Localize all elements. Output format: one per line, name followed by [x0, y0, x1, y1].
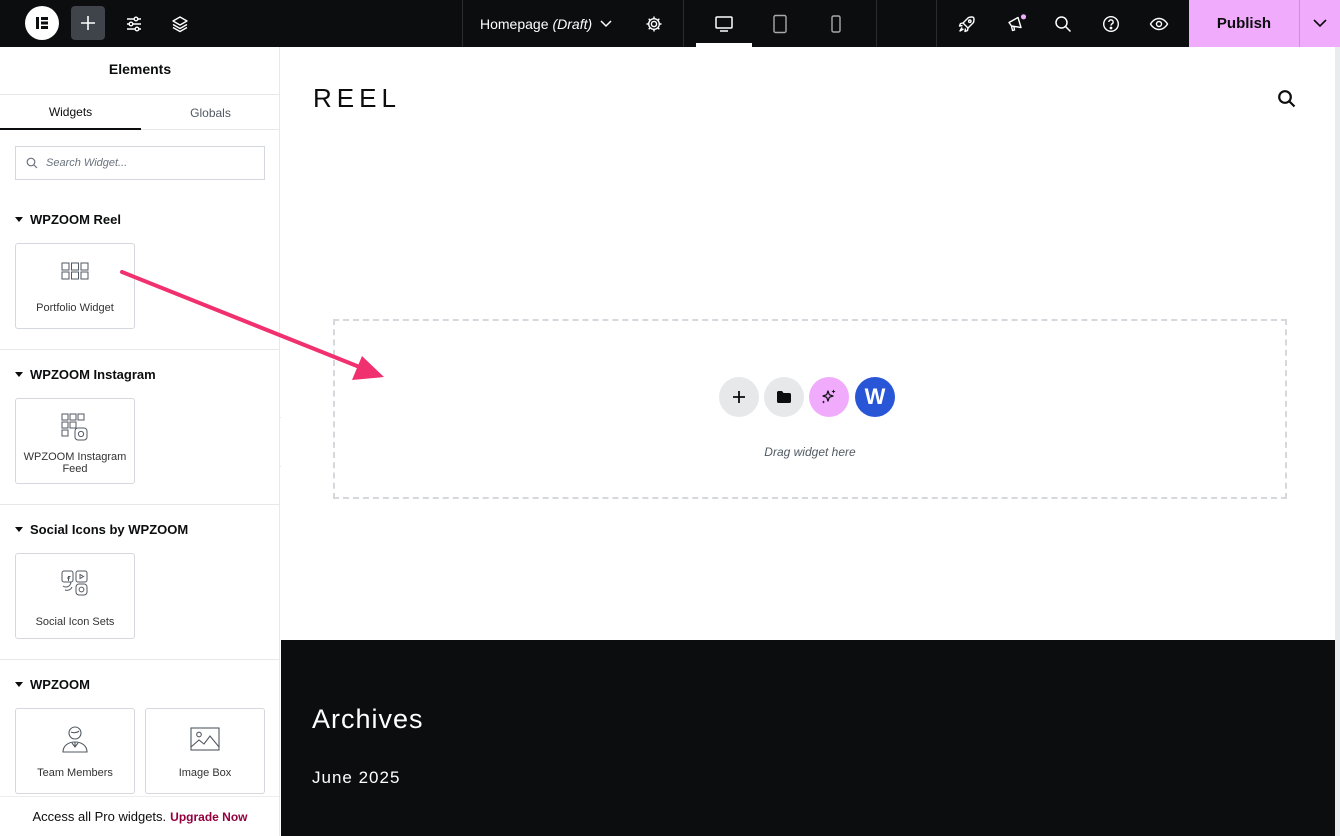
drop-zone[interactable]: W Drag widget here — [333, 319, 1287, 499]
search-widget-box[interactable] — [15, 146, 265, 180]
pro-promo-bar: Access all Pro widgets. Upgrade Now — [0, 796, 279, 836]
widget-social-icon-sets[interactable]: Social Icon Sets — [15, 553, 135, 639]
divider — [0, 659, 279, 660]
widget-label: Portfolio Widget — [36, 302, 114, 314]
preview-button[interactable] — [1144, 0, 1174, 47]
panel-title: Elements — [108, 61, 172, 77]
wpzoom-library-button[interactable]: W — [855, 377, 895, 417]
widget-label: WPZOOM Instagram Feed — [23, 451, 127, 475]
page-title-dropdown[interactable]: Homepage (Draft) — [480, 0, 612, 47]
help-button[interactable] — [1096, 0, 1126, 47]
tablet-view-button[interactable] — [752, 0, 808, 47]
separator — [462, 0, 463, 47]
separator — [876, 0, 877, 47]
category-title: WPZOOM — [30, 677, 90, 692]
category-wpzoom-instagram[interactable]: WPZOOM Instagram — [15, 367, 156, 382]
add-element-button[interactable] — [71, 6, 105, 40]
top-bar: Homepage (Draft) Publish — [0, 0, 1340, 47]
divider — [0, 349, 279, 350]
plus-icon — [81, 16, 95, 30]
site-settings-button[interactable] — [117, 0, 151, 47]
team-member-icon — [62, 726, 88, 753]
tablet-icon — [773, 14, 787, 33]
separator — [683, 0, 684, 47]
sliders-icon — [127, 16, 141, 31]
launchpad-button[interactable] — [952, 0, 982, 47]
mobile-icon — [831, 14, 841, 33]
archive-link[interactable]: June 2025 — [312, 768, 400, 788]
category-social-icons[interactable]: Social Icons by WPZOOM — [15, 522, 188, 537]
plus-icon — [733, 391, 745, 403]
eye-icon — [1149, 17, 1169, 30]
gear-icon — [646, 16, 662, 31]
portfolio-grid-icon — [61, 262, 89, 280]
page-settings-button[interactable] — [640, 0, 668, 47]
upgrade-now-link[interactable]: Upgrade Now — [170, 810, 247, 824]
notifications-button[interactable] — [1000, 0, 1032, 47]
folder-icon — [777, 391, 791, 403]
page-status: (Draft) — [552, 15, 593, 32]
widget-label: Image Box — [178, 767, 232, 779]
search-button[interactable] — [1048, 0, 1078, 47]
caret-down-icon — [15, 372, 23, 377]
site-search-button[interactable] — [1277, 89, 1297, 114]
publish-button[interactable]: Publish — [1189, 0, 1299, 47]
mobile-view-button[interactable] — [808, 0, 864, 47]
ai-sparkle-icon — [822, 389, 836, 404]
desktop-icon — [715, 15, 733, 32]
chevron-down-icon — [1313, 19, 1327, 28]
search-widget-input[interactable] — [46, 157, 246, 169]
help-icon — [1102, 15, 1120, 32]
tab-globals[interactable]: Globals — [141, 95, 279, 130]
divider — [0, 504, 279, 505]
elements-panel: Elements Widgets Globals WPZOOM Reel Por… — [0, 47, 280, 836]
widget-label: Social Icon Sets — [35, 616, 115, 628]
tab-widgets[interactable]: Widgets — [0, 95, 141, 130]
page-name: Homepage — [480, 15, 549, 32]
layers-icon — [172, 15, 188, 32]
elementor-logo-icon[interactable] — [25, 6, 59, 40]
instagram-grid-icon — [61, 413, 88, 441]
category-wpzoom-reel[interactable]: WPZOOM Reel — [15, 212, 121, 227]
category-title: Social Icons by WPZOOM — [30, 522, 189, 537]
add-template-button[interactable] — [764, 377, 804, 417]
add-section-button[interactable] — [719, 377, 759, 417]
publish-options-button[interactable] — [1299, 0, 1340, 47]
image-box-icon — [190, 727, 220, 751]
separator — [936, 0, 937, 47]
chevron-down-icon — [600, 19, 612, 27]
promo-text: Access all Pro widgets. — [32, 809, 167, 824]
social-icons-icon — [61, 570, 88, 596]
caret-down-icon — [15, 527, 23, 532]
widget-image-box[interactable]: Image Box — [145, 708, 265, 794]
category-title: WPZOOM Reel — [30, 212, 122, 227]
category-wpzoom[interactable]: WPZOOM — [15, 677, 90, 692]
site-footer: Archives June 2025 — [281, 640, 1340, 836]
wpzoom-logo-icon: W — [864, 384, 886, 409]
search-icon — [26, 157, 38, 169]
widget-portfolio[interactable]: Portfolio Widget — [15, 243, 135, 329]
widget-label: Team Members — [37, 767, 113, 779]
panel-tabs: Widgets Globals — [0, 94, 279, 130]
ai-generate-button[interactable] — [809, 377, 849, 417]
canvas-scrollbar[interactable] — [1335, 47, 1340, 836]
footer-widget-title: Archives — [312, 704, 424, 734]
caret-down-icon — [15, 217, 23, 222]
site-logo[interactable]: REEL — [313, 83, 401, 114]
widget-team-members[interactable]: Team Members — [15, 708, 135, 794]
structure-button[interactable] — [163, 0, 197, 47]
rocket-icon — [958, 15, 975, 32]
caret-down-icon — [15, 682, 23, 687]
drag-widget-hint: Drag widget here — [764, 445, 856, 459]
search-icon — [1278, 90, 1296, 108]
category-title: WPZOOM Instagram — [30, 367, 156, 382]
widget-instagram-feed[interactable]: WPZOOM Instagram Feed — [15, 398, 135, 484]
desktop-view-button[interactable] — [696, 0, 752, 47]
search-icon — [1055, 15, 1072, 32]
megaphone-icon — [1008, 13, 1026, 31]
editor-canvas: REEL W Drag widget here Archives June 20… — [281, 47, 1340, 836]
